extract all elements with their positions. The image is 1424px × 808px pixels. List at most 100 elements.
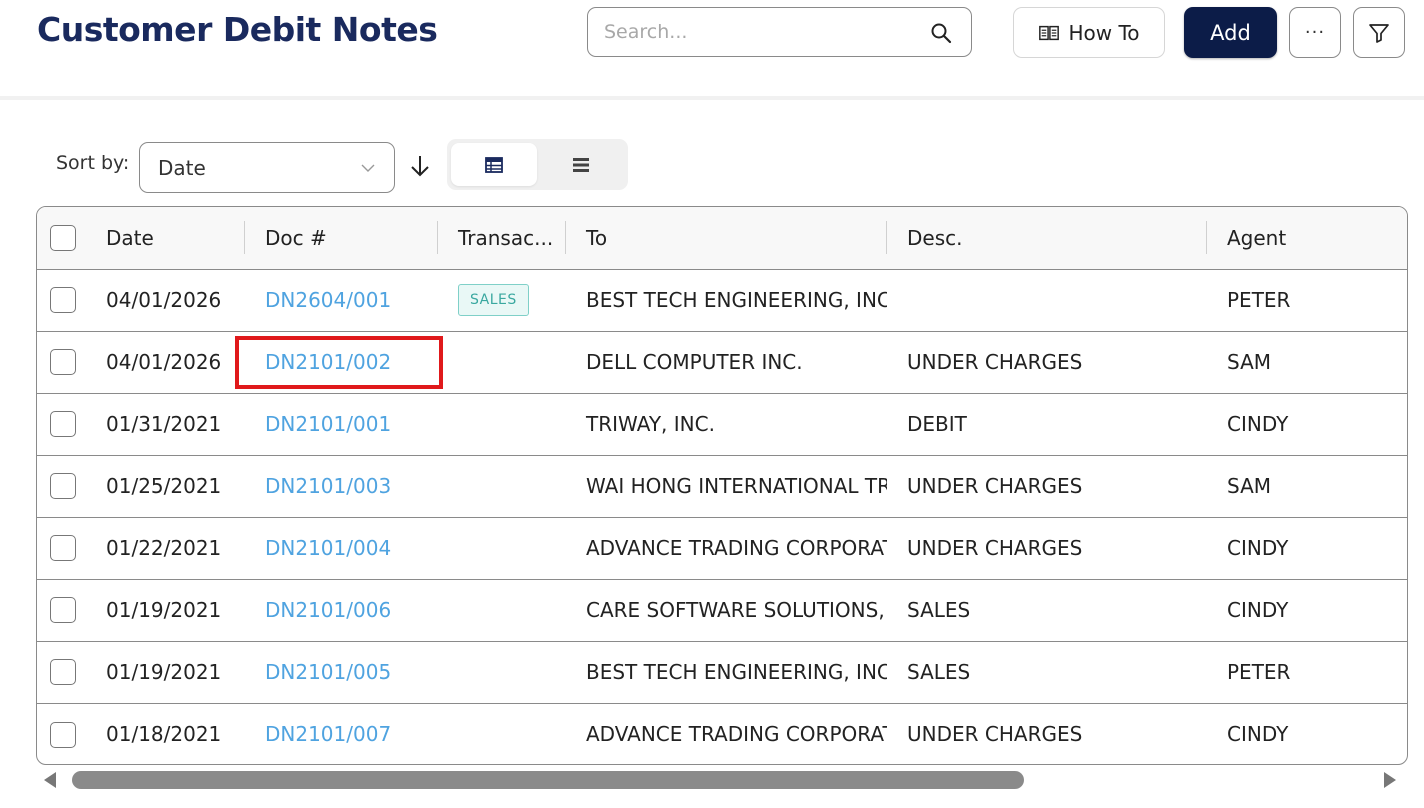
table-header-row: Date Doc # Transac... To Desc. Agent — [37, 207, 1407, 269]
doc-link[interactable]: DN2101/002 — [265, 350, 391, 374]
transaction-tag: SALES — [458, 284, 529, 316]
row-checkbox[interactable] — [50, 659, 76, 686]
cell-desc: UNDER CHARGES — [907, 722, 1083, 747]
cell-to: DELL COMPUTER INC. — [586, 350, 803, 374]
cell-date: 01/19/2021 — [106, 660, 222, 684]
cell-desc: SALES — [907, 598, 971, 622]
horizontal-scrollbar[interactable] — [36, 766, 1408, 794]
view-toggle — [447, 139, 628, 190]
cell-date: 04/01/2026 — [106, 350, 222, 374]
row-checkbox[interactable] — [50, 721, 76, 748]
select-all-checkbox[interactable] — [50, 225, 76, 251]
how-to-button[interactable]: How To — [1013, 7, 1165, 58]
cell-desc: UNDER CHARGES — [907, 474, 1083, 498]
cell-to: ADVANCE TRADING CORPORAT — [586, 536, 887, 560]
more-options-button[interactable]: ··· — [1289, 7, 1341, 58]
row-select-cell — [37, 579, 86, 641]
doc-link[interactable]: DN2604/001 — [265, 288, 391, 312]
cell-date: 01/31/2021 — [106, 412, 222, 436]
row-select-cell — [37, 393, 86, 455]
cell-transaction — [438, 703, 566, 764]
search-box[interactable] — [587, 7, 972, 57]
search-icon[interactable] — [929, 21, 953, 45]
row-checkbox[interactable] — [50, 473, 76, 500]
cell-doc: DN2101/004 — [245, 517, 438, 579]
cell-to: ADVANCE TRADING CORPORAT — [586, 722, 887, 747]
doc-link[interactable]: DN2101/003 — [265, 474, 391, 498]
column-header-desc[interactable]: Desc. — [887, 207, 1207, 269]
book-icon — [1039, 25, 1060, 40]
debit-notes-table: Date Doc # Transac... To Desc. Agent 04/… — [36, 206, 1408, 765]
cell-desc: SALES — [907, 660, 971, 684]
cell-doc: DN2101/003 — [245, 455, 438, 517]
row-select-cell — [37, 455, 86, 517]
column-header-doc[interactable]: Doc # — [245, 207, 438, 269]
table-row[interactable]: 04/01/2026 DN2604/001 SALES BEST TECH EN… — [37, 269, 1407, 331]
row-checkbox[interactable] — [50, 597, 76, 624]
cell-transaction — [438, 455, 566, 517]
cell-agent: CINDY — [1227, 598, 1289, 622]
table-row[interactable]: 01/19/2021 DN2101/006 CARE SOFTWARE SOLU… — [37, 579, 1407, 641]
sort-select[interactable]: Date — [139, 142, 395, 193]
doc-link[interactable]: DN2101/007 — [265, 722, 391, 746]
table-row[interactable]: 01/25/2021 DN2101/003 WAI HONG INTERNATI… — [37, 455, 1407, 517]
row-select-cell — [37, 517, 86, 579]
cell-agent: SAM — [1227, 350, 1272, 374]
doc-link[interactable]: DN2101/006 — [265, 598, 391, 622]
cell-desc: UNDER CHARGES — [907, 350, 1083, 374]
cell-agent: CINDY — [1227, 412, 1289, 436]
row-checkbox[interactable] — [50, 349, 76, 376]
cell-desc — [887, 269, 1207, 331]
search-input[interactable] — [604, 8, 924, 56]
row-checkbox[interactable] — [50, 535, 76, 562]
list-view-button[interactable] — [538, 143, 624, 186]
row-checkbox[interactable] — [50, 287, 76, 314]
doc-link[interactable]: DN2101/005 — [265, 660, 391, 684]
doc-link[interactable]: DN2101/004 — [265, 536, 391, 560]
arrow-down-icon[interactable] — [407, 153, 433, 179]
cell-transaction — [438, 641, 566, 703]
column-header-transaction[interactable]: Transac... — [438, 207, 566, 269]
cell-doc: DN2101/007 — [245, 703, 438, 764]
table-row[interactable]: 01/31/2021 DN2101/001 TRIWAY, INC. DEBIT… — [37, 393, 1407, 455]
chevron-down-icon — [361, 164, 375, 172]
row-checkbox[interactable] — [50, 411, 76, 438]
cell-desc: UNDER CHARGES — [907, 536, 1083, 560]
table-row[interactable]: 01/18/2021 DN2101/007 ADVANCE TRADING CO… — [37, 703, 1407, 764]
filter-icon — [1369, 23, 1389, 43]
column-header-agent[interactable]: Agent — [1207, 207, 1407, 269]
sort-select-value: Date — [158, 156, 206, 180]
cell-doc: DN2101/006 — [245, 579, 438, 641]
cell-to: BEST TECH ENGINEERING, INC. — [586, 660, 887, 684]
table-row[interactable]: 01/19/2021 DN2101/005 BEST TECH ENGINEER… — [37, 641, 1407, 703]
cell-to: TRIWAY, INC. — [586, 412, 715, 436]
column-header-date[interactable]: Date — [86, 207, 245, 269]
select-all-cell — [37, 207, 86, 269]
cell-transaction — [438, 579, 566, 641]
cell-transaction — [438, 331, 566, 393]
cell-transaction — [438, 393, 566, 455]
cell-to: BEST TECH ENGINEERING, INC. — [586, 288, 887, 312]
table-row[interactable]: 04/01/2026 DN2101/002 DELL COMPUTER INC.… — [37, 331, 1407, 393]
cell-to: CARE SOFTWARE SOLUTIONS, IN — [586, 598, 887, 622]
cell-date: 01/19/2021 — [106, 598, 222, 622]
cell-transaction — [438, 517, 566, 579]
scroll-left-icon[interactable] — [44, 772, 56, 788]
how-to-label: How To — [1068, 20, 1140, 45]
row-select-cell — [37, 331, 86, 393]
scrollbar-thumb[interactable] — [72, 771, 1024, 789]
table-view-button[interactable] — [451, 143, 537, 186]
cell-doc: DN2101/001 — [245, 393, 438, 455]
filter-button[interactable] — [1353, 7, 1405, 58]
scroll-right-icon[interactable] — [1384, 772, 1396, 788]
list-view-icon — [573, 157, 589, 172]
header-divider — [0, 96, 1424, 100]
add-button[interactable]: Add — [1184, 7, 1277, 58]
column-header-to[interactable]: To — [566, 207, 887, 269]
cell-date: 01/25/2021 — [106, 474, 222, 498]
cell-date: 04/01/2026 — [106, 288, 222, 312]
cell-agent: PETER — [1227, 288, 1291, 312]
cell-doc: DN2101/002 — [245, 331, 438, 393]
table-row[interactable]: 01/22/2021 DN2101/004 ADVANCE TRADING CO… — [37, 517, 1407, 579]
doc-link[interactable]: DN2101/001 — [265, 412, 391, 436]
